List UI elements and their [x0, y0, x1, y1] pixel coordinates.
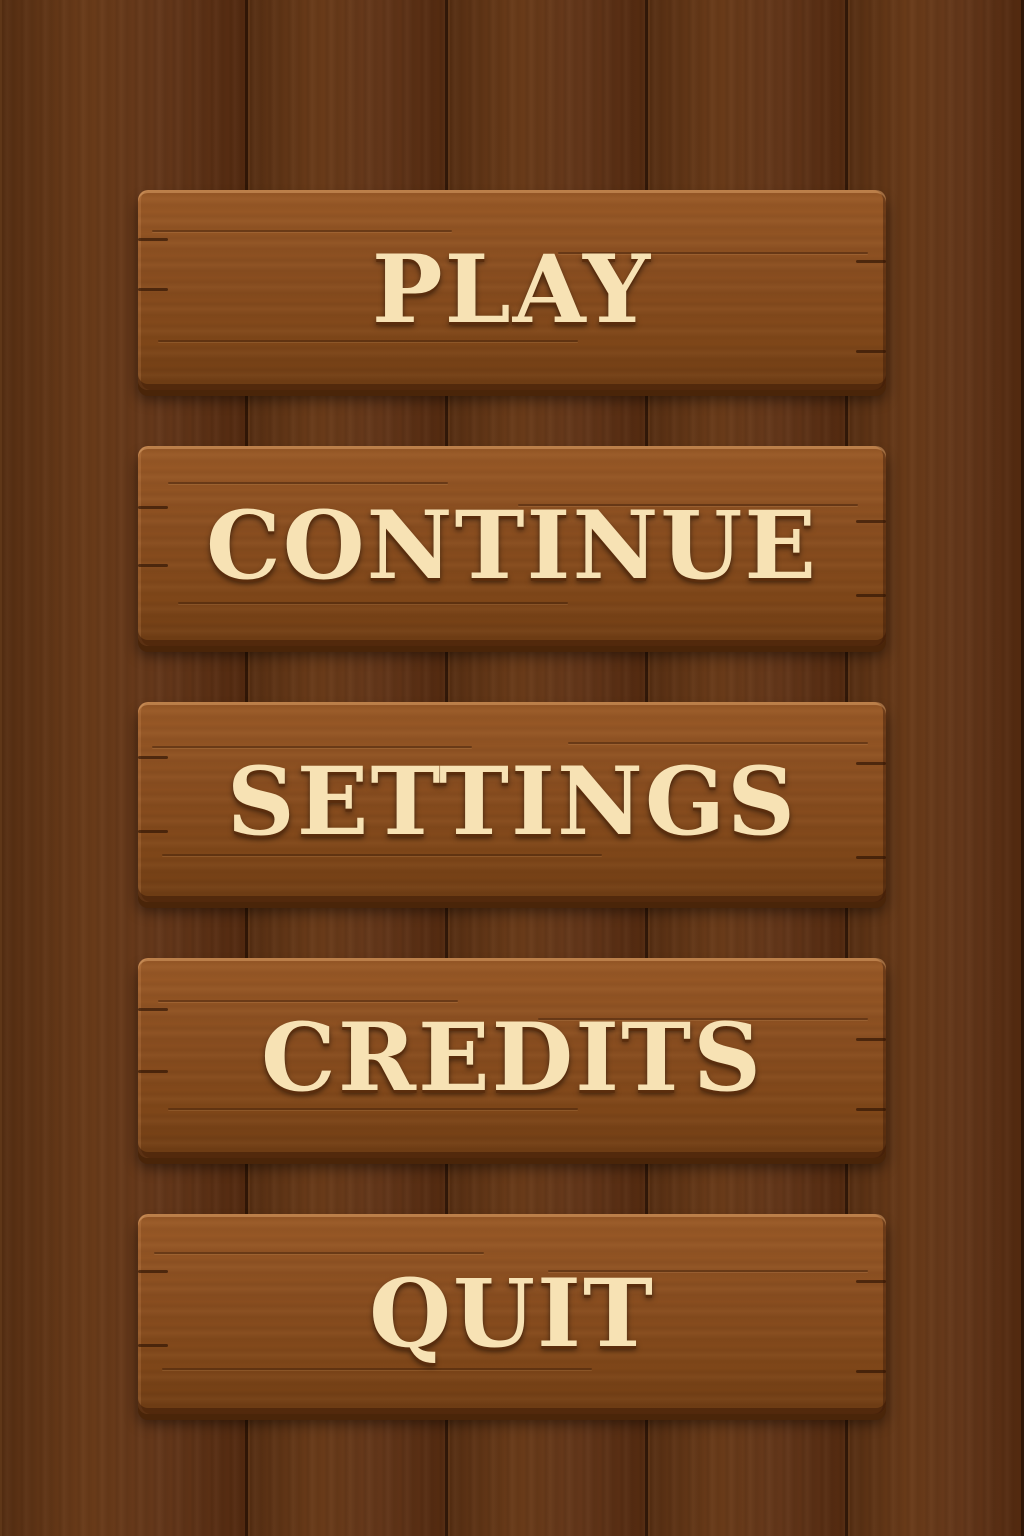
settings-label: SETTINGS: [226, 747, 798, 857]
play-button[interactable]: PLAY: [138, 190, 886, 390]
main-menu: PLAY CONTINUE SETTINGS CREDITS QUIT: [138, 190, 886, 1414]
credits-label: CREDITS: [261, 1003, 763, 1113]
continue-button[interactable]: CONTINUE: [138, 446, 886, 646]
continue-label: CONTINUE: [205, 491, 819, 601]
quit-label: QUIT: [369, 1259, 655, 1369]
quit-button[interactable]: QUIT: [138, 1214, 886, 1414]
credits-button[interactable]: CREDITS: [138, 958, 886, 1158]
play-label: PLAY: [371, 235, 653, 345]
settings-button[interactable]: SETTINGS: [138, 702, 886, 902]
